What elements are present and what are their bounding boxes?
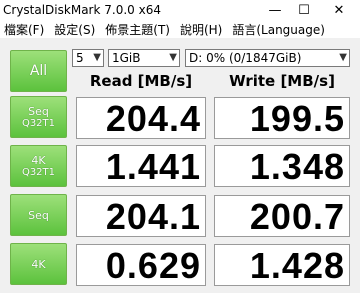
size-select[interactable]: 1GiB ▼: [108, 49, 180, 67]
size-select-value: 1GiB: [112, 51, 141, 65]
drive-select[interactable]: D: 0% (0/1847GiB) ▼: [185, 49, 350, 67]
seq-q32t1-button[interactable]: Seq Q32T1: [10, 96, 67, 138]
row-label-line1: 4K: [31, 257, 46, 271]
row-label-line1: Seq: [28, 208, 49, 222]
window-title: CrystalDiskMark 7.0.0 x64: [3, 3, 161, 17]
row-label-line2: Q32T1: [21, 166, 56, 178]
seq-q32t1-read-value: 204.4: [76, 97, 206, 139]
close-button[interactable]: ✕: [322, 0, 356, 20]
menu-bar: 檔案(F) 設定(S) 佈景主題(T) 說明(H) 語言(Language): [0, 20, 360, 38]
row-label-line1: Seq: [28, 104, 49, 118]
count-select[interactable]: 5 ▼: [72, 49, 104, 67]
menu-language[interactable]: 語言(Language): [232, 21, 325, 38]
row-label-line1: 4K: [31, 153, 46, 167]
benchmark-panel: All 5 ▼ 1GiB ▼ D: 0% (0/1847GiB) ▼ Read …: [0, 38, 360, 293]
all-button[interactable]: All: [10, 50, 67, 92]
write-header: Write [MB/s]: [229, 72, 335, 90]
menu-help[interactable]: 說明(H): [180, 21, 222, 38]
4k-q32t1-read-value: 1.441: [76, 145, 206, 187]
4k-read-value: 0.629: [76, 244, 206, 286]
seq-write-value: 200.7: [214, 195, 350, 237]
chevron-down-icon: ▼: [169, 52, 177, 63]
read-header: Read [MB/s]: [89, 72, 193, 90]
drive-select-value: D: 0% (0/1847GiB): [189, 51, 302, 65]
all-button-label: All: [29, 63, 48, 79]
4k-q32t1-button[interactable]: 4K Q32T1: [10, 145, 67, 187]
row-label-line2: Q32T1: [21, 117, 56, 129]
menu-settings[interactable]: 設定(S): [54, 21, 95, 38]
4k-write-value: 1.428: [214, 244, 350, 286]
count-select-value: 5: [76, 51, 84, 65]
seq-read-value: 204.1: [76, 195, 206, 237]
4k-q32t1-write-value: 1.348: [214, 145, 350, 187]
menu-file[interactable]: 檔案(F): [4, 21, 44, 38]
seq-button[interactable]: Seq: [10, 194, 67, 236]
4k-button[interactable]: 4K: [10, 243, 67, 285]
maximize-button[interactable]: ☐: [287, 0, 321, 20]
chevron-down-icon: ▼: [339, 52, 347, 63]
menu-theme[interactable]: 佈景主題(T): [105, 21, 170, 38]
seq-q32t1-write-value: 199.5: [214, 97, 350, 139]
title-bar: CrystalDiskMark 7.0.0 x64 — ☐ ✕: [0, 0, 360, 20]
chevron-down-icon: ▼: [93, 52, 101, 63]
